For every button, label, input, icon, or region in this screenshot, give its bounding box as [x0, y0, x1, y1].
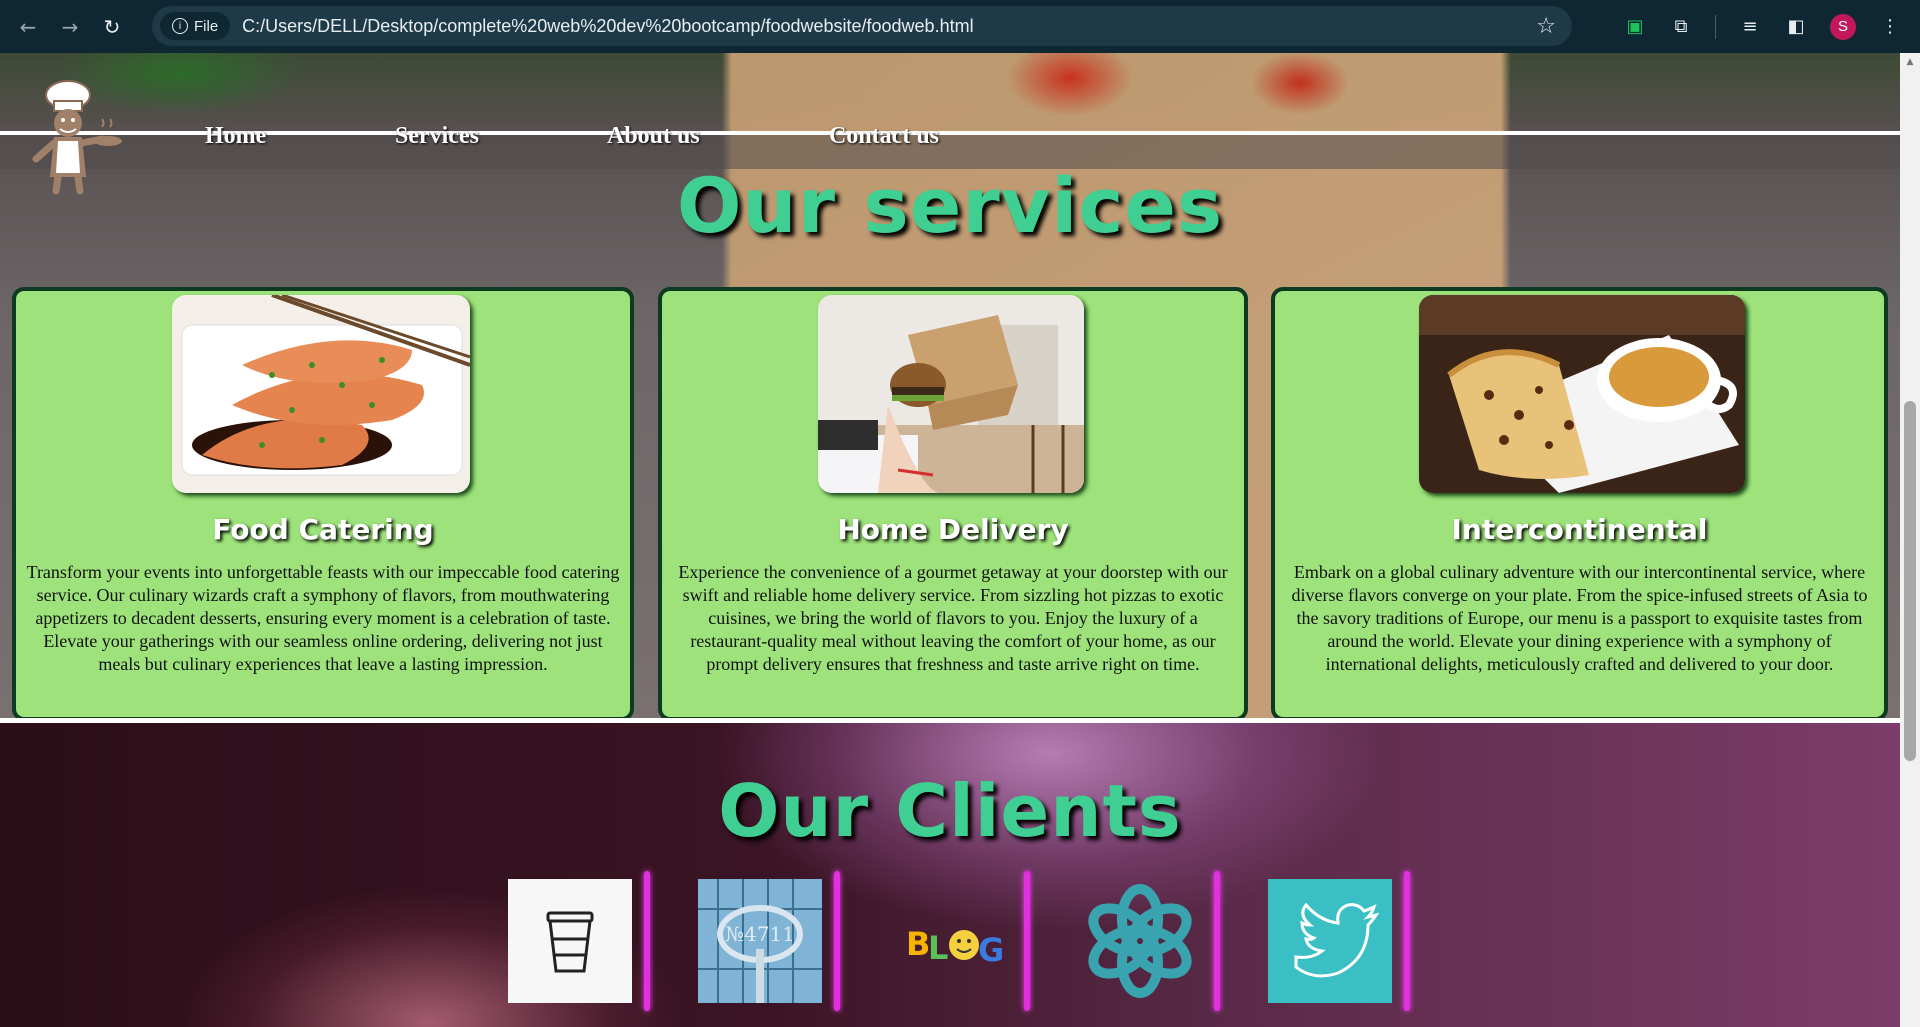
nav-home[interactable]: Home — [205, 123, 395, 150]
main-nav: Home Services About us Contact us — [205, 123, 939, 150]
clients-heading: Our Clients — [718, 769, 1182, 853]
svg-text:№4711: №4711 — [725, 922, 795, 946]
twitter-bird-logo-icon[interactable] — [1268, 871, 1410, 1011]
menu-icon[interactable]: ⋮ — [1878, 15, 1902, 39]
burger-box-image — [818, 295, 1084, 493]
forward-icon[interactable]: → — [56, 13, 84, 41]
avatar[interactable]: S — [1830, 13, 1856, 40]
address-bar[interactable]: i File C:/Users/DELL/Desktop/complete%20… — [152, 6, 1572, 46]
coffee-cake-image — [1419, 295, 1745, 493]
services-heading: Our services — [676, 161, 1224, 250]
back-icon[interactable]: ← — [14, 13, 42, 41]
media-icon[interactable]: ▣ — [1623, 15, 1647, 39]
info-icon: i — [172, 18, 188, 34]
page-viewport: Home Services About us Contact us Our se… — [0, 53, 1900, 1027]
card-text: Transform your events into unforgettable… — [26, 562, 620, 674]
salmon-dish-image — [172, 295, 470, 493]
scroll-up-arrow-icon[interactable]: ▲ — [1900, 53, 1920, 71]
client-logos: №4711 B L G — [508, 871, 1458, 1011]
svg-text:B: B — [906, 925, 930, 963]
nav-about-us[interactable]: About us — [607, 123, 829, 150]
card-title: Home Delivery — [837, 513, 1069, 546]
card-title: Intercontinental — [1451, 513, 1708, 546]
card-text: Embark on a global culinary adventure wi… — [1291, 562, 1868, 674]
clients-section: Our Clients №4711 B L G — [0, 723, 1900, 1027]
svg-text:G: G — [978, 931, 1004, 969]
reload-icon[interactable]: ↻ — [98, 13, 126, 41]
file-chip-label: File — [194, 17, 219, 35]
service-card-intercontinental: Intercontinental Embark on a global culi… — [1271, 287, 1888, 721]
services-section: Home Services About us Contact us Our se… — [0, 53, 1900, 721]
scrollbar-thumb[interactable] — [1904, 401, 1916, 761]
vertical-scrollbar[interactable]: ▲ — [1900, 53, 1920, 1027]
site-info-chip[interactable]: i File — [160, 12, 231, 40]
star-icon[interactable]: ☆ — [1536, 14, 1556, 39]
signage-logo-icon[interactable]: №4711 — [698, 871, 840, 1011]
toolbar-separator — [1715, 14, 1716, 39]
nav-contact-us[interactable]: Contact us — [829, 123, 939, 150]
service-card-home-delivery: Home Delivery Experience the convenience… — [658, 287, 1248, 721]
knot-logo-icon[interactable] — [1078, 871, 1220, 1011]
blog-logo-icon[interactable]: B L G — [888, 871, 1030, 1011]
browser-toolbar: ← → ↻ i File C:/Users/DELL/Desktop/compl… — [0, 0, 1920, 53]
coffee-cup-logo-icon[interactable] — [508, 871, 650, 1011]
side-panel-icon[interactable]: ◧ — [1784, 15, 1808, 39]
svg-text:L: L — [928, 929, 948, 967]
extensions-icon[interactable]: ⧉ — [1669, 15, 1693, 39]
service-card-food-catering: Food Catering Transform your events into… — [12, 287, 634, 721]
url-text[interactable]: C:/Users/DELL/Desktop/complete%20web%20d… — [242, 16, 973, 37]
tab-search-icon[interactable]: ≡ — [1738, 15, 1762, 39]
card-text: Experience the convenience of a gourmet … — [678, 562, 1228, 674]
nav-services[interactable]: Services — [395, 123, 607, 150]
card-title: Food Catering — [212, 513, 434, 546]
